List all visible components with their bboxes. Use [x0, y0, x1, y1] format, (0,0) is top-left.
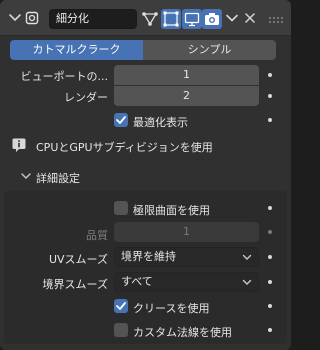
drag-grip-icon[interactable]	[268, 14, 284, 23]
uv-smooth-keyframe-dot[interactable]	[268, 255, 272, 259]
boundary-smooth-keyframe-dot[interactable]	[268, 280, 272, 284]
quality-field: 1	[114, 222, 259, 242]
edit-mode-icon[interactable]	[161, 9, 181, 29]
render-levels-field[interactable]: 2	[114, 86, 259, 106]
use-crease-checkbox[interactable]	[114, 299, 128, 313]
boundary-smooth-chevron-down-icon	[241, 276, 253, 288]
uv-smooth-chevron-down-icon	[241, 251, 253, 263]
uv-smooth-select[interactable]: 境界を維持	[114, 247, 259, 267]
use-crease-label: クリースを使用	[133, 302, 210, 315]
optimal-display-checkbox[interactable]	[114, 113, 128, 127]
tab-catmull-clark[interactable]: カトマルクラーク	[10, 40, 143, 60]
on-cage-vertex-triangle-icon[interactable]	[140, 9, 160, 29]
use-crease-keyframe-dot[interactable]	[268, 304, 272, 308]
custom-normals-label: カスタム法線を使用	[133, 326, 232, 339]
modifier-name-field[interactable]: 細分化	[49, 9, 137, 29]
quality-keyframe-dot[interactable]	[268, 230, 272, 234]
optimal-display-keyframe-dot[interactable]	[268, 118, 272, 122]
boundary-smooth-value: すべて	[121, 275, 153, 288]
limit-surface-keyframe-dot[interactable]	[268, 206, 272, 210]
delete-close-icon[interactable]	[243, 11, 257, 25]
realtime-monitor-icon[interactable]	[182, 9, 202, 29]
info-icon	[12, 137, 26, 153]
subdivision-modifier-icon	[25, 11, 39, 25]
limit-surface-checkbox[interactable]	[114, 201, 128, 215]
render-camera-icon[interactable]	[202, 9, 222, 29]
optimal-display-label: 最適化表示	[133, 116, 188, 129]
boundary-smooth-select[interactable]: すべて	[114, 272, 259, 292]
boundary-smooth-label: 境界スムーズ	[42, 278, 108, 291]
custom-normals-keyframe-dot[interactable]	[268, 328, 272, 332]
tab-simple[interactable]: シンプル	[143, 40, 276, 60]
collapse-chevron-down-icon[interactable]	[8, 10, 22, 26]
quality-label: 品質	[86, 229, 108, 242]
menu-chevron-down-icon[interactable]	[225, 11, 239, 25]
limit-surface-label: 極限曲面を使用	[133, 204, 210, 217]
advanced-title[interactable]: 詳細設定	[36, 170, 80, 186]
render-levels-label: レンダー	[64, 91, 108, 104]
viewport-levels-field[interactable]: 1	[114, 65, 259, 85]
viewport-levels-keyframe-dot[interactable]	[268, 73, 272, 77]
subdivision-modifier-panel: 細分化 カトマルクラーク シンプル ビューポートの... 1 レンダー 2 最適…	[0, 0, 291, 350]
subdivision-type-tabs: カトマルクラーク シンプル	[10, 40, 276, 60]
uv-smooth-label: UVスムーズ	[48, 253, 108, 266]
viewport-levels-label: ビューポートの...	[20, 70, 109, 83]
advanced-chevron-down-icon[interactable]	[20, 169, 32, 183]
render-levels-keyframe-dot[interactable]	[268, 94, 272, 98]
custom-normals-checkbox[interactable]	[114, 323, 128, 337]
gpu-subdivision-notice: CPUとGPUサブディビジョンを使用	[36, 141, 213, 154]
uv-smooth-value: 境界を維持	[121, 250, 176, 263]
modifier-header: 細分化	[0, 0, 291, 36]
